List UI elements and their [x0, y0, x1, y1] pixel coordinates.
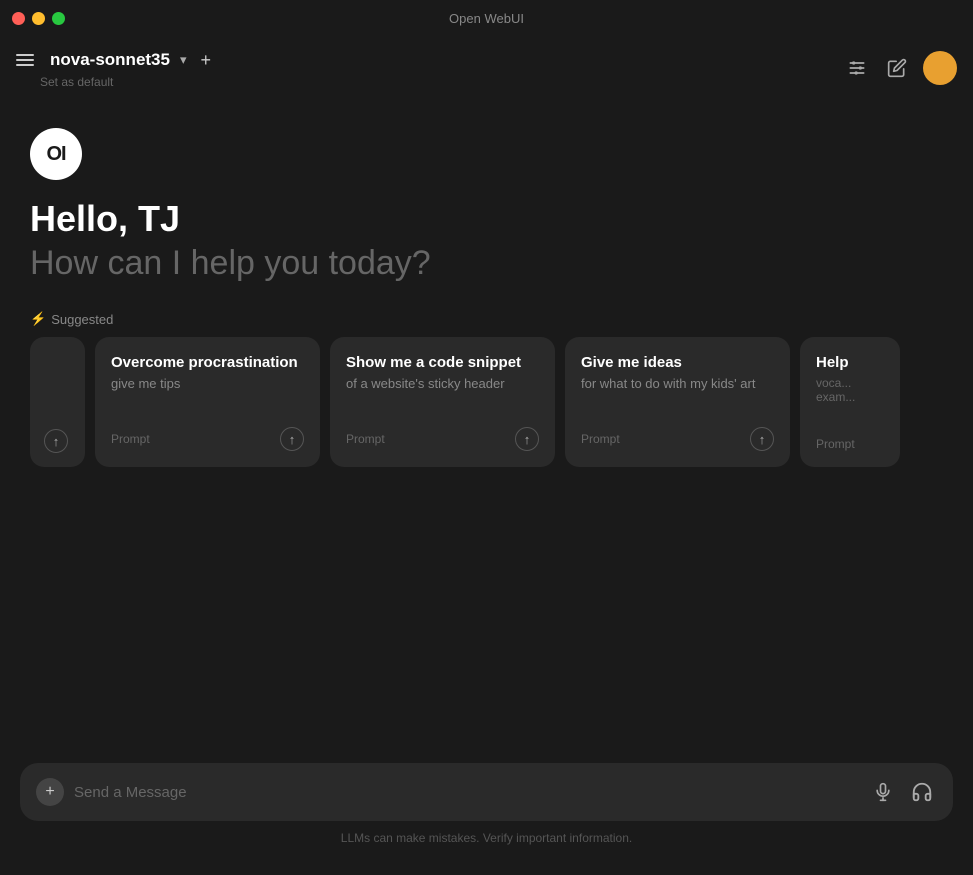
- pencil-icon: [887, 58, 907, 78]
- card-2[interactable]: Show me a code snippet of a website's st…: [330, 337, 555, 467]
- card-4-prompt: Prompt: [816, 437, 855, 451]
- bolt-icon: ⚡: [30, 311, 46, 327]
- suggested-section: ⚡ Suggested ↑ Overcome procrastination g…: [30, 311, 943, 467]
- card-1-title: Overcome procrastination: [111, 353, 304, 373]
- model-name: nova-sonnet35: [50, 50, 170, 70]
- card-4-title: Help: [816, 353, 884, 373]
- card-4-subtitle: voca...exam...: [816, 376, 884, 404]
- input-container: +: [20, 763, 953, 821]
- add-chat-button[interactable]: +: [197, 48, 216, 73]
- card-3-content: Give me ideas for what to do with my kid…: [581, 353, 774, 391]
- settings-button[interactable]: [843, 54, 871, 82]
- minimize-button[interactable]: [32, 12, 45, 25]
- card-3-subtitle: for what to do with my kids' art: [581, 376, 774, 391]
- card-1-content: Overcome procrastination give me tips: [111, 353, 304, 391]
- hamburger-button[interactable]: [12, 50, 38, 70]
- microphone-icon: [873, 782, 893, 802]
- card-partial-arrow-button[interactable]: ↑: [44, 429, 68, 453]
- card-1-subtitle: give me tips: [111, 376, 304, 391]
- suggested-text: Suggested: [51, 312, 113, 327]
- maximize-button[interactable]: [52, 12, 65, 25]
- set-default-label[interactable]: Set as default: [40, 75, 113, 89]
- sliders-icon: [847, 58, 867, 78]
- card-3-title: Give me ideas: [581, 353, 774, 373]
- main-content: OI Hello, TJ How can I help you today? ⚡…: [0, 98, 973, 467]
- close-button[interactable]: [12, 12, 25, 25]
- model-dropdown-button[interactable]: ▾: [178, 50, 189, 70]
- card-2-content: Show me a code snippet of a website's st…: [346, 353, 539, 391]
- card-1-prompt: Prompt: [111, 432, 150, 446]
- headphones-button[interactable]: [907, 777, 937, 807]
- toolbar-left-row: nova-sonnet35 ▾ +: [12, 48, 215, 73]
- card-1-arrow-button[interactable]: ↑: [280, 427, 304, 451]
- greeting-name: Hello, TJ: [30, 198, 943, 240]
- card-1[interactable]: Overcome procrastination give me tips Pr…: [95, 337, 320, 467]
- hamburger-line-1: [16, 54, 34, 56]
- cards-container: ↑ Overcome procrastination give me tips …: [30, 337, 943, 467]
- traffic-lights: [12, 12, 65, 25]
- hamburger-line-3: [16, 64, 34, 66]
- card-4-content: Help voca...exam...: [816, 353, 884, 404]
- card-3-arrow-button[interactable]: ↑: [750, 427, 774, 451]
- hamburger-line-2: [16, 59, 34, 61]
- toolbar-left: nova-sonnet35 ▾ + Set as default: [12, 48, 215, 89]
- card-2-subtitle: of a website's sticky header: [346, 376, 539, 391]
- input-area: + LLMs can make mistakes. Verify importa…: [20, 763, 953, 845]
- toolbar: nova-sonnet35 ▾ + Set as default: [0, 36, 973, 98]
- card-partial-left: ↑: [30, 337, 85, 467]
- disclaimer: LLMs can make mistakes. Verify important…: [20, 831, 953, 845]
- card-3-footer: Prompt ↑: [581, 427, 774, 451]
- logo: OI: [30, 128, 82, 180]
- microphone-button[interactable]: [869, 778, 897, 806]
- card-3[interactable]: Give me ideas for what to do with my kid…: [565, 337, 790, 467]
- toolbar-right: [843, 51, 957, 85]
- card-2-arrow-button[interactable]: ↑: [515, 427, 539, 451]
- message-input[interactable]: [74, 784, 859, 801]
- logo-text: OI: [46, 143, 65, 166]
- card-4-footer: Prompt: [816, 437, 884, 451]
- card-3-prompt: Prompt: [581, 432, 620, 446]
- card-2-footer: Prompt ↑: [346, 427, 539, 451]
- input-add-button[interactable]: +: [36, 778, 64, 806]
- edit-button[interactable]: [883, 54, 911, 82]
- card-1-footer: Prompt ↑: [111, 427, 304, 451]
- card-2-title: Show me a code snippet: [346, 353, 539, 373]
- greeting-subtitle: How can I help you today?: [30, 244, 943, 283]
- title-bar: Open WebUI: [0, 0, 973, 36]
- window-title: Open WebUI: [449, 11, 524, 26]
- avatar[interactable]: [923, 51, 957, 85]
- suggested-label: ⚡ Suggested: [30, 311, 943, 327]
- card-2-prompt: Prompt: [346, 432, 385, 446]
- card-partial-right: Help voca...exam... Prompt: [800, 337, 900, 467]
- headphones-icon: [911, 781, 933, 803]
